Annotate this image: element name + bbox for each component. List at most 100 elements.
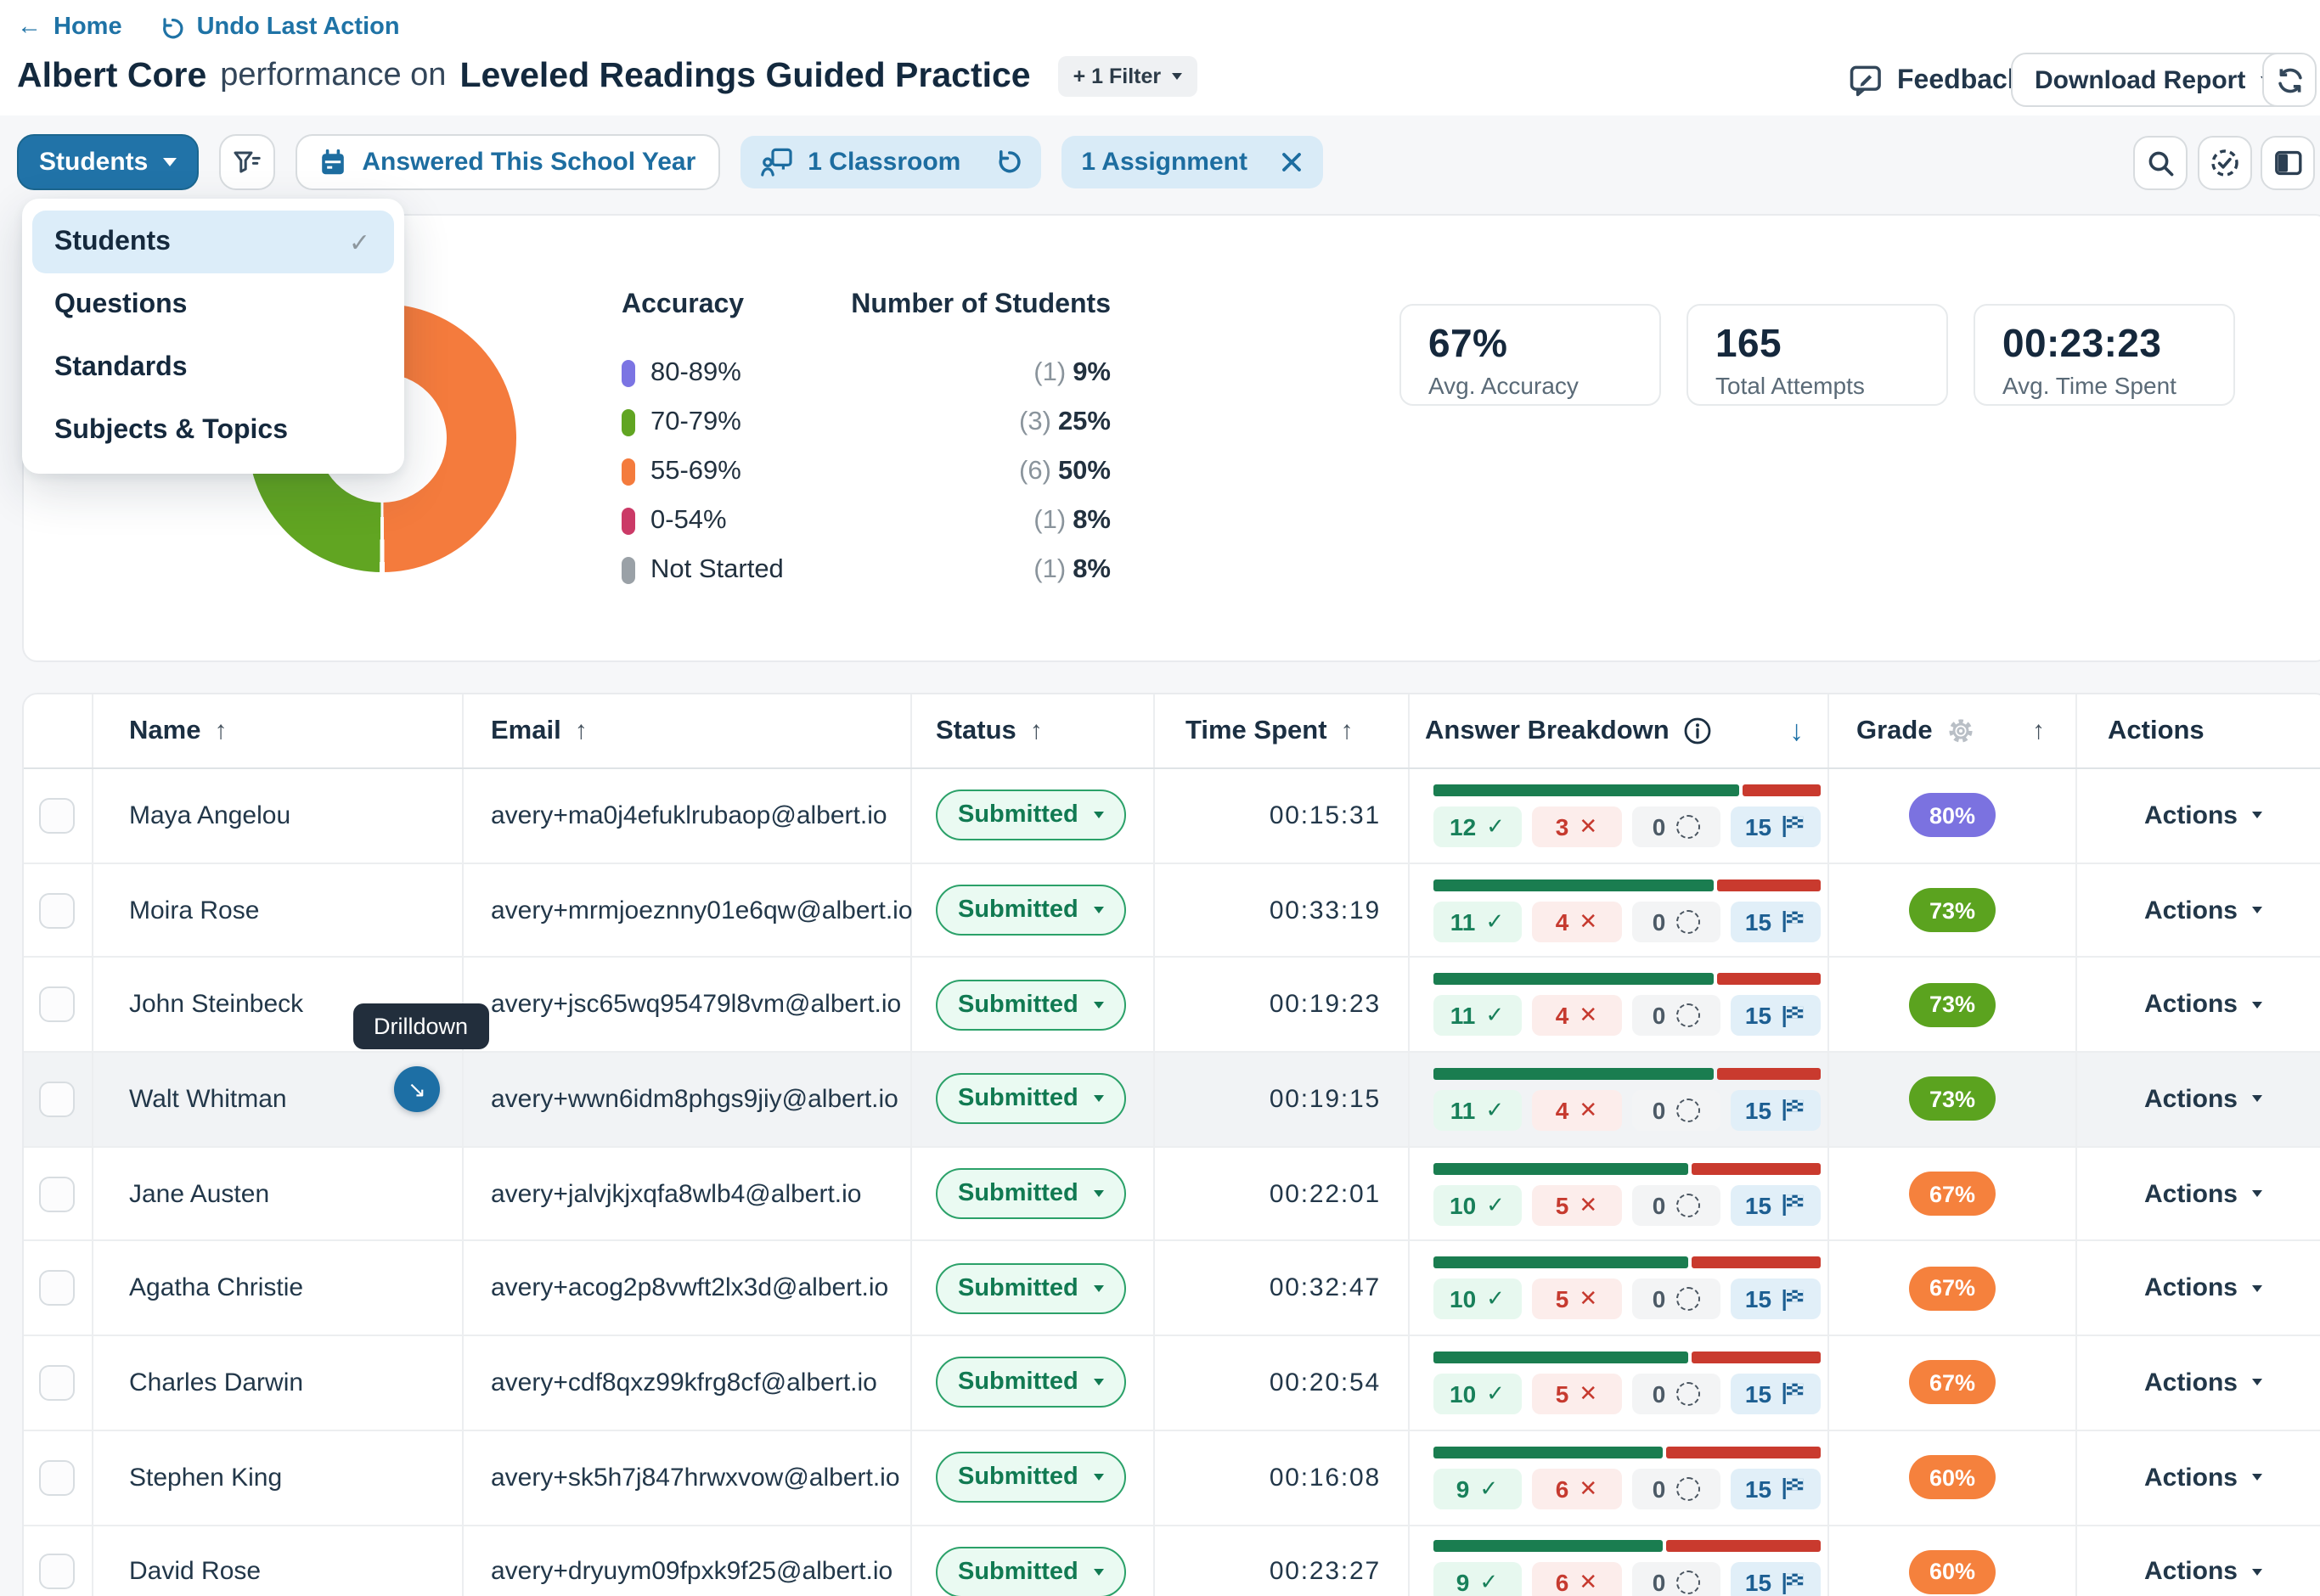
- status-label: Submitted: [958, 896, 1078, 924]
- dropdown-item-students[interactable]: Students✓: [32, 211, 394, 273]
- dropdown-item-subjects-topics[interactable]: Subjects & Topics: [32, 399, 394, 462]
- column-header-grade[interactable]: Grade ↑: [1829, 694, 2077, 767]
- gear-icon[interactable]: [1946, 717, 1975, 745]
- row-actions-dropdown[interactable]: Actions: [2077, 1148, 2320, 1240]
- row-checkbox[interactable]: [39, 986, 75, 1022]
- filter-toolbar: Students Answered This School Year: [17, 136, 1322, 188]
- finish-flag-icon-wrap: [1782, 1289, 1805, 1311]
- row-checkbox[interactable]: [39, 1176, 75, 1211]
- status-dropdown[interactable]: Submitted: [936, 790, 1126, 841]
- undo-icon: [160, 14, 185, 40]
- row-actions-dropdown[interactable]: Actions: [2077, 1526, 2320, 1596]
- legend-item-value: (1)8%: [1033, 554, 1111, 585]
- chevron-down-icon: [1094, 1569, 1104, 1576]
- filter-settings-button[interactable]: [219, 134, 275, 190]
- row-checkbox[interactable]: [39, 1459, 75, 1495]
- classroom-filter-chip[interactable]: 1 Classroom: [740, 136, 1040, 188]
- chevron-down-icon: [2251, 907, 2261, 913]
- row-checkbox[interactable]: [39, 1554, 75, 1590]
- x-icon: ✕: [1579, 1191, 1597, 1218]
- classroom-reset-button[interactable]: [993, 149, 1020, 176]
- view-selector-dropdown: Students✓ Questions StandardsSubjects & To…: [22, 199, 404, 474]
- student-email: avery+jsc65wq95479l8vm@albert.io: [464, 958, 912, 1051]
- sort-asc-icon: ↑: [1030, 717, 1043, 745]
- columns-icon: [2273, 149, 2302, 177]
- dropdown-item-label: Questions: [54, 289, 187, 320]
- row-checkbox[interactable]: [39, 1082, 75, 1117]
- finish-flag-icon: [1782, 1004, 1805, 1026]
- status-dropdown[interactable]: Submitted: [936, 885, 1126, 936]
- row-checkbox[interactable]: [39, 1271, 75, 1307]
- student-email: avery+acog2p8vwft2lx3d@albert.io: [464, 1242, 912, 1335]
- answer-bar-correct: [1433, 879, 1714, 891]
- back-arrow-icon: ←: [17, 14, 42, 41]
- stat-value: 00:23:23: [2002, 321, 2206, 367]
- column-header-status[interactable]: Status↑: [912, 694, 1155, 767]
- breadcrumb-home-link[interactable]: Home: [53, 14, 122, 41]
- column-header-answer-breakdown[interactable]: Answer Breakdown ↓: [1410, 694, 1829, 767]
- chevron-down-icon: [1171, 73, 1181, 80]
- drilldown-tooltip: Drilldown: [353, 1003, 488, 1049]
- unanswered-count-chip: 0: [1631, 1468, 1720, 1509]
- assignment-remove-button[interactable]: [1280, 151, 1302, 173]
- answer-bar: [1433, 879, 1820, 891]
- column-header-time-spent[interactable]: Time Spent↑: [1155, 694, 1410, 767]
- row-checkbox[interactable]: [39, 892, 75, 928]
- row-checkbox[interactable]: [39, 1365, 75, 1401]
- dashed-circle-icon: [1675, 815, 1699, 839]
- row-actions-dropdown[interactable]: Actions: [2077, 1242, 2320, 1335]
- answer-bar-correct: [1433, 1162, 1688, 1174]
- finish-flag-icon-wrap: [1782, 1383, 1805, 1405]
- status-dropdown[interactable]: Submitted: [936, 1357, 1126, 1408]
- time-spent: 00:23:27: [1155, 1526, 1410, 1596]
- grade-cell: 73%: [1829, 958, 2077, 1051]
- legend-color-pill: [622, 359, 635, 386]
- column-header-email[interactable]: Email↑: [464, 694, 912, 767]
- column-header-name[interactable]: Name↑: [93, 694, 464, 767]
- answer-chips: 12✓3✕015: [1433, 806, 1820, 847]
- drilldown-button[interactable]: ↘: [394, 1066, 440, 1112]
- extra-filter-chip[interactable]: + 1 Filter: [1058, 56, 1197, 97]
- grading-check-button[interactable]: [2198, 136, 2252, 190]
- search-button[interactable]: [2133, 136, 2188, 190]
- assignment-filter-chip[interactable]: 1 Assignment: [1061, 136, 1322, 188]
- status-dropdown[interactable]: Submitted: [936, 1168, 1126, 1219]
- row-actions-dropdown[interactable]: Actions: [2077, 769, 2320, 862]
- row-actions-dropdown[interactable]: Actions: [2077, 958, 2320, 1051]
- columns-button[interactable]: [2261, 136, 2315, 190]
- answer-breakdown-cell: 10✓5✕015: [1410, 1242, 1829, 1335]
- x-icon: ✕: [1579, 1002, 1597, 1029]
- date-filter-button[interactable]: Answered This School Year: [296, 134, 719, 190]
- legend-item: 0-54%(1)8%: [622, 496, 1111, 545]
- status-dropdown[interactable]: Submitted: [936, 1547, 1126, 1596]
- sort-asc-icon: ↑: [575, 717, 588, 745]
- row-checkbox[interactable]: [39, 798, 75, 834]
- chevron-down-icon: [2251, 1569, 2261, 1576]
- legend-item-value: (3)25%: [1019, 407, 1111, 437]
- student-name: Maya Angelou: [93, 769, 464, 862]
- status-dropdown[interactable]: Submitted: [936, 1074, 1126, 1125]
- view-selector-button[interactable]: Students: [17, 134, 199, 190]
- row-select-cell: [24, 863, 93, 956]
- answer-bar-correct: [1433, 973, 1714, 985]
- refresh-button[interactable]: [2262, 53, 2317, 107]
- status-dropdown[interactable]: Submitted: [936, 1452, 1126, 1503]
- answer-bar-correct: [1433, 1068, 1714, 1080]
- download-report-button[interactable]: Download Report: [2011, 53, 2295, 107]
- row-actions-dropdown[interactable]: Actions: [2077, 863, 2320, 956]
- row-actions-dropdown[interactable]: Actions: [2077, 1431, 2320, 1524]
- undo-last-action-link[interactable]: Undo Last Action: [197, 14, 400, 41]
- row-actions-dropdown[interactable]: Actions: [2077, 1336, 2320, 1429]
- legend-item: Not Started(1)8%: [622, 545, 1111, 594]
- row-actions-dropdown[interactable]: Actions: [2077, 1053, 2320, 1145]
- status-cell: Submitted: [912, 1242, 1155, 1335]
- time-spent: 00:16:08: [1155, 1431, 1410, 1524]
- dropdown-item-questions[interactable]: Questions: [32, 273, 394, 336]
- answer-bar-incorrect: [1717, 973, 1820, 985]
- answer-chips: 11✓4✕015: [1433, 1090, 1820, 1131]
- dropdown-item-standards[interactable]: Standards: [32, 336, 394, 399]
- status-dropdown[interactable]: Submitted: [936, 1263, 1126, 1314]
- feedback-button[interactable]: Feedback: [1850, 65, 2023, 97]
- status-dropdown[interactable]: Submitted: [936, 979, 1126, 1030]
- extra-filter-label: + 1 Filter: [1073, 65, 1162, 88]
